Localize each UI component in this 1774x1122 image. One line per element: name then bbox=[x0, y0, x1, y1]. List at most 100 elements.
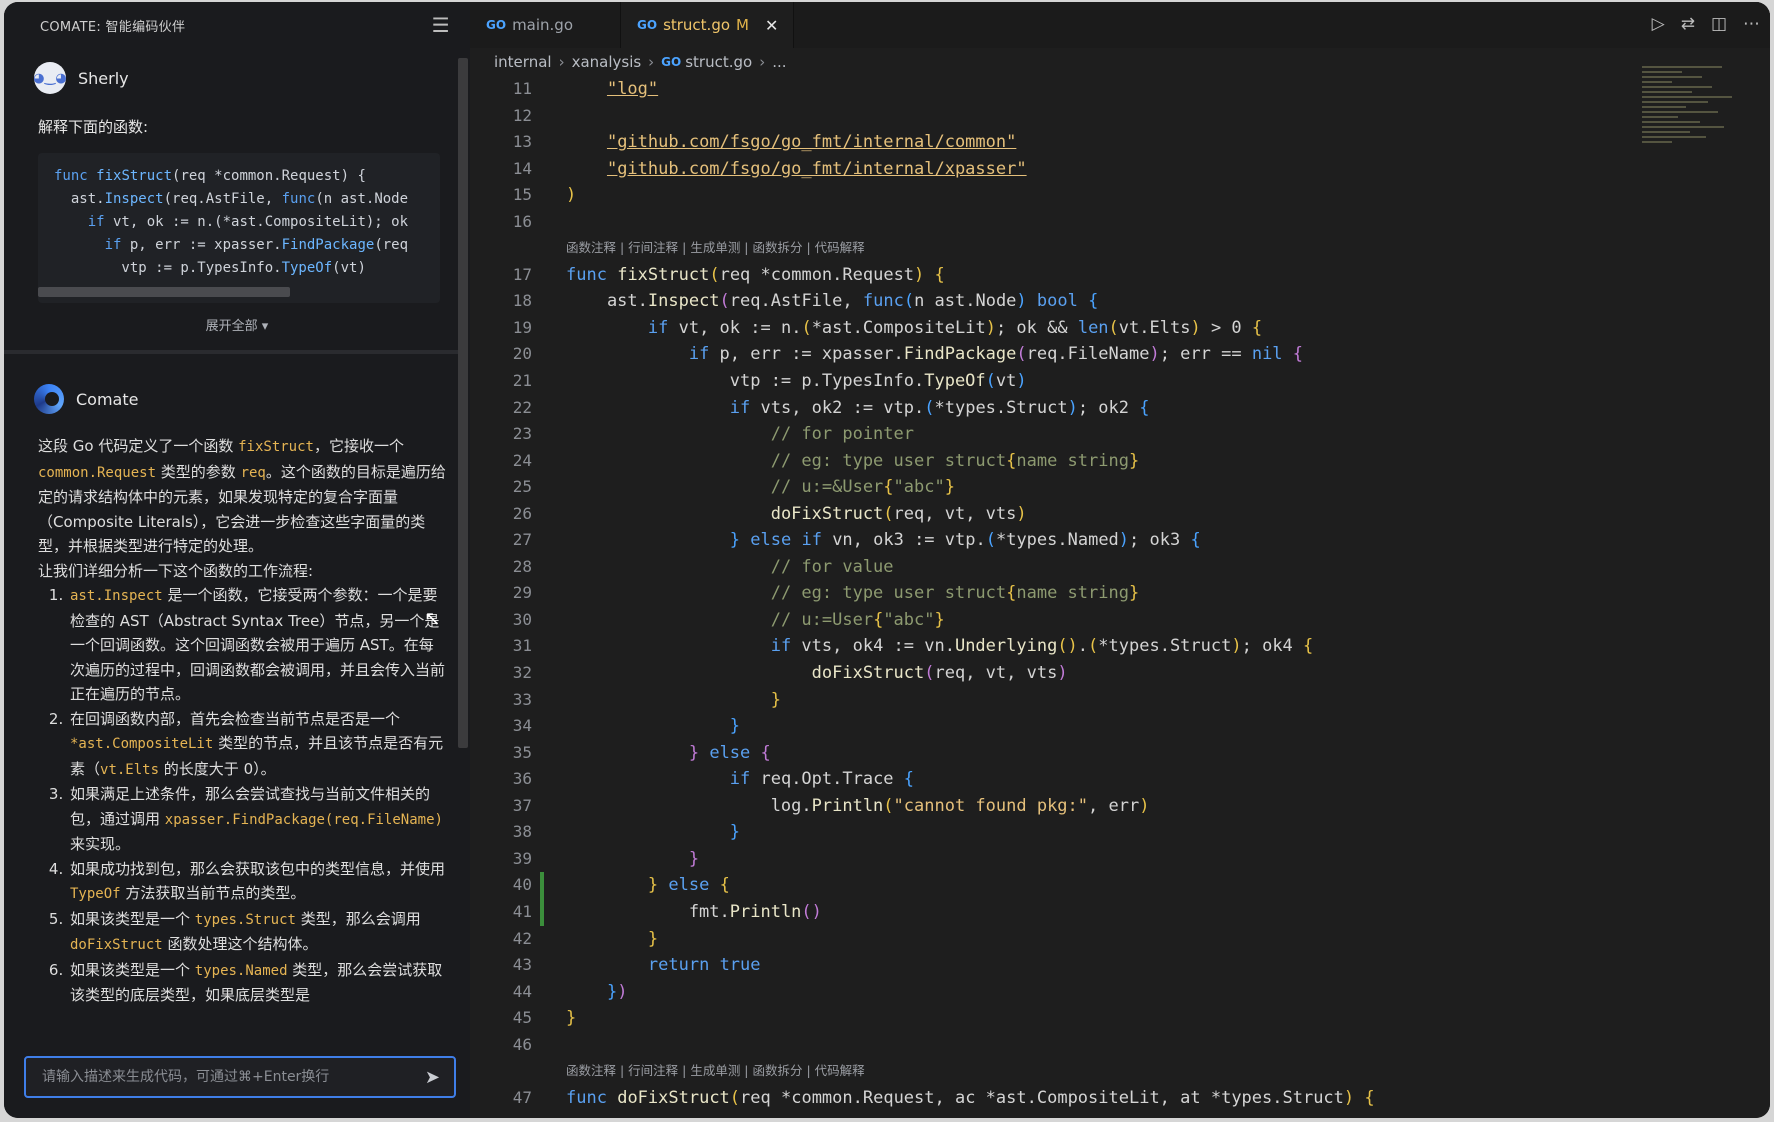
code-line: 47 func doFixStruct(req *common.Request, … bbox=[470, 1085, 1770, 1112]
code-text-area[interactable]: 11 "log" 12 13 "github.com/fsgo/go_fmt/int… bbox=[470, 76, 1770, 1118]
line-number: 12 bbox=[512, 105, 532, 125]
line-number: 27 bbox=[512, 530, 532, 550]
code-line: 26 doFixStruct(req, vt, vts) bbox=[470, 501, 1770, 528]
bot-name: Comate bbox=[76, 389, 139, 409]
chat-header: COMATE: 智能编码伙伴 ☰ bbox=[4, 2, 470, 48]
code-line: 36 if req.Opt.Trace { bbox=[470, 766, 1770, 793]
codelens-links[interactable]: 函数注释 | 行间注释 | 生成单测 | 函数拆分 | 代码解释 bbox=[566, 235, 865, 262]
code-editor: GO main.go GO struct.go M ✕ ▷ ⇄ ◫ ⋯ inte… bbox=[470, 2, 1770, 1118]
answer-step: ast.Inspect 是一个函数，它接受两个参数：一个是要检查的 AST（Ab… bbox=[68, 583, 448, 707]
breadcrumb-item[interactable]: struct.go bbox=[685, 53, 752, 71]
line-number: 30 bbox=[512, 609, 532, 629]
code-line: 29 // eg: type user struct{name string} bbox=[470, 580, 1770, 607]
answer-text: 如果该类型是一个 bbox=[70, 960, 195, 979]
go-file-icon: GO bbox=[637, 18, 658, 32]
answer-step: 在回调函数内部，首先会检查当前节点是否是一个 *ast.CompositeLit… bbox=[68, 707, 448, 783]
source-control-icon[interactable]: ⇄ bbox=[1681, 14, 1695, 34]
codelens-actions: 函数注释 | 行间注释 | 生成单测 | 函数拆分 | 代码解释 bbox=[470, 1058, 1770, 1085]
user-message-header: ◕‿◕ Sherly bbox=[4, 48, 470, 98]
tab-struct-go[interactable]: GO struct.go M ✕ bbox=[621, 2, 794, 48]
code-text: // eg: type user struct{name string} bbox=[770, 583, 1140, 604]
split-editor-icon[interactable]: ◫ bbox=[1711, 14, 1727, 34]
code-text: // eg: type user struct{name string} bbox=[770, 450, 1140, 471]
line-number: 43 bbox=[512, 955, 532, 975]
list-icon[interactable]: ☰ bbox=[432, 13, 450, 37]
tab-label: main.go bbox=[512, 16, 574, 34]
answer-text: 函数处理这个结构体。 bbox=[162, 935, 318, 953]
code-line: 43 return true bbox=[470, 952, 1770, 979]
chat-input[interactable] bbox=[40, 1068, 394, 1086]
code-line: 16 bbox=[470, 209, 1770, 236]
snippet-line: vtp := p.TypesInfo.TypeOf(vt) bbox=[54, 260, 366, 276]
line-number: 11 bbox=[512, 79, 532, 98]
minimap[interactable] bbox=[1642, 66, 1738, 226]
breadcrumb-item[interactable]: ... bbox=[772, 53, 786, 71]
chat-input-box[interactable]: ➤ bbox=[24, 1056, 456, 1098]
git-modified-marker[interactable] bbox=[540, 872, 544, 899]
code-line: 18 ast.Inspect(req.AstFile, func(n ast.N… bbox=[470, 288, 1770, 315]
line-number: 35 bbox=[512, 742, 532, 762]
answer-step: 如果该类型是一个 types.Struct 类型，那么会调用 doFixStru… bbox=[68, 907, 448, 958]
code-text: "github.com/fsgo/go_fmt/internal/xpasser… bbox=[606, 158, 1027, 179]
code-text: if vts, ok2 := vtp.(*types.Struct); ok2 … bbox=[729, 397, 1150, 418]
code-text: log.Println("cannot found pkg:", err) bbox=[566, 795, 1150, 816]
line-number: 47 bbox=[512, 1087, 532, 1107]
breadcrumb: internal › xanalysis › GO struct.go › ..… bbox=[470, 48, 1770, 76]
code-line: 31 if vts, ok4 := vn.Underlying().(*type… bbox=[470, 633, 1770, 660]
line-number: 22 bbox=[512, 397, 532, 417]
chat-scrollbar[interactable] bbox=[458, 58, 468, 748]
bot-answer: 这段 Go 代码定义了一个函数 fixStruct，它接收一个 common.R… bbox=[4, 418, 470, 1008]
code-line: 34 } bbox=[470, 713, 1770, 740]
chevron-right-icon: › bbox=[558, 53, 565, 71]
send-icon[interactable]: ➤ bbox=[425, 1067, 440, 1088]
chat-messages[interactable]: ◕‿◕ Sherly 解释下面的函数: func fixStruct(req *… bbox=[4, 48, 470, 1018]
code-line: 33 } bbox=[470, 687, 1770, 714]
inline-code: *ast.CompositeLit bbox=[70, 736, 214, 752]
breadcrumb-item[interactable]: xanalysis bbox=[572, 53, 642, 71]
chevron-right-icon: › bbox=[648, 53, 655, 71]
inline-code: types.Named bbox=[194, 962, 288, 979]
code-text: } else { bbox=[647, 875, 730, 896]
answer-text: 类型，那么会调用 bbox=[295, 909, 421, 928]
answer-steps: ast.Inspect 是一个函数，它接受两个参数：一个是要检查的 AST（Ab… bbox=[38, 583, 448, 1008]
code-text: vtp := p.TypesInfo.TypeOf(vt) bbox=[566, 371, 1027, 392]
snippet-scrollbar[interactable] bbox=[38, 287, 290, 297]
answer-text: 的长度大于 0）。 bbox=[159, 759, 276, 778]
answer-intro: 这段 Go 代码定义了一个函数 fixStruct，它接收一个 common.R… bbox=[38, 434, 448, 559]
user-prompt: 解释下面的函数: bbox=[38, 118, 149, 136]
inline-code: TypeOf bbox=[70, 886, 121, 902]
code-text: // u:=&User{"abc"} bbox=[770, 477, 955, 498]
code-line: 21 vtp := p.TypesInfo.TypeOf(vt) bbox=[470, 368, 1770, 395]
tab-main-go[interactable]: GO main.go bbox=[470, 2, 621, 48]
line-number: 38 bbox=[512, 822, 532, 842]
expand-all-button[interactable]: 展开全部 ▾ bbox=[4, 315, 470, 334]
line-number: 44 bbox=[512, 981, 532, 1001]
line-number: 24 bbox=[512, 450, 532, 470]
code-line: 39 } bbox=[470, 846, 1770, 873]
codelens-links[interactable]: 函数注释 | 行间注释 | 生成单测 | 函数拆分 | 代码解释 bbox=[566, 1058, 865, 1085]
code-text: } else { bbox=[688, 742, 771, 763]
more-icon[interactable]: ⋯ bbox=[1743, 14, 1760, 34]
breadcrumb-item[interactable]: internal bbox=[494, 53, 552, 71]
line-number: 13 bbox=[512, 132, 532, 152]
line-number: 34 bbox=[512, 716, 532, 736]
inline-code: fixStruct bbox=[238, 439, 314, 455]
code-line: 23 // for pointer bbox=[470, 421, 1770, 448]
code-line: 41 fmt.Println() bbox=[470, 898, 1770, 926]
code-text: doFixStruct(req, vt, vts) bbox=[811, 663, 1068, 684]
code-text: doFixStruct(req, vt, vts) bbox=[770, 503, 1027, 524]
code-line: 28 // for value bbox=[470, 554, 1770, 581]
code-text: if vts, ok4 := vn.Underlying().(*types.S… bbox=[770, 636, 1314, 657]
tab-label: struct.go bbox=[663, 16, 731, 34]
line-number: 25 bbox=[512, 477, 532, 497]
run-icon[interactable]: ▷ bbox=[1652, 14, 1665, 34]
code-snippet[interactable]: func fixStruct(req *common.Request) { as… bbox=[38, 153, 440, 303]
code-line: 24 // eg: type user struct{name string} bbox=[470, 448, 1770, 475]
code-text: // for value bbox=[770, 556, 894, 577]
go-file-icon: GO bbox=[661, 55, 682, 69]
line-number: 14 bbox=[512, 158, 532, 178]
modified-badge: M bbox=[736, 16, 749, 34]
close-icon[interactable]: ✕ bbox=[765, 16, 778, 35]
git-modified-marker[interactable] bbox=[540, 898, 544, 926]
answer-text: 如果成功找到包，那么会获取该包中的类型信息，并使用 bbox=[70, 859, 446, 878]
